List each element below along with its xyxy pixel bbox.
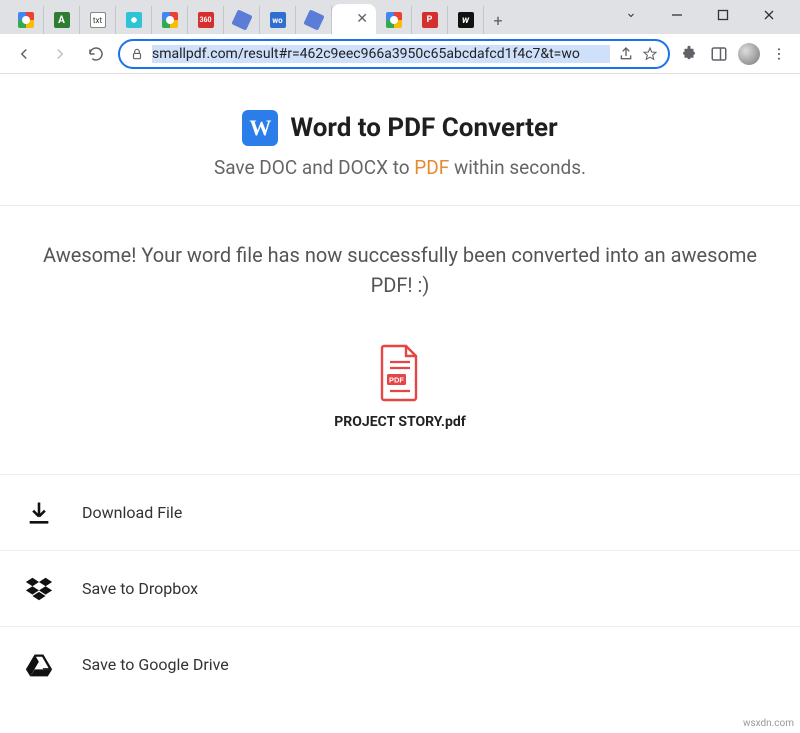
google-drive-icon [24,650,54,680]
tab-pill-2[interactable] [296,6,332,34]
close-tab-icon[interactable]: ✕ [356,11,368,27]
save-dropbox-row[interactable]: Save to Dropbox [0,550,800,626]
url-text[interactable]: smallpdf.com/result#r=462c9eec966a3950c6… [152,45,610,63]
menu-button[interactable] [768,43,790,65]
tab-google-3[interactable] [376,6,412,34]
maximize-icon [717,9,729,21]
forward-button[interactable] [46,40,74,68]
gdrive-label: Save to Google Drive [82,655,229,674]
window-minimize-button[interactable] [654,1,700,29]
star-icon[interactable] [642,46,658,62]
share-icon[interactable] [618,46,634,62]
tab-google-2[interactable] [152,6,188,34]
address-bar[interactable]: smallpdf.com/result#r=462c9eec966a3950c6… [118,39,670,69]
tab-wo[interactable]: wo [260,6,296,34]
tab-p[interactable]: P [412,6,448,34]
sidepanel-button[interactable] [708,43,730,65]
actions-list: Download File Save to Dropbox Save to Go… [0,474,800,702]
profile-avatar[interactable] [738,43,760,65]
subtitle-post: within seconds. [449,156,586,179]
window-close-button[interactable] [746,1,792,29]
reload-button[interactable] [82,40,110,68]
pdf-file-icon: PDF [376,344,424,402]
lock-icon [130,47,144,61]
subtitle-pre: Save DOC and DOCX to [214,156,414,179]
arrow-left-icon [15,45,33,63]
download-file-row[interactable]: Download File [0,474,800,550]
tab-strip: A txt 360 wo ✕ P w + [8,0,608,34]
page-content: W Word to PDF Converter Save DOC and DOC… [0,74,800,702]
close-icon [763,9,775,21]
word-badge-icon: W [242,110,278,146]
browser-toolbar: smallpdf.com/result#r=462c9eec966a3950c6… [0,34,800,74]
hero-title-row: W Word to PDF Converter [20,110,780,146]
dropbox-label: Save to Dropbox [82,579,198,598]
svg-text:PDF: PDF [389,376,404,385]
tab-green[interactable]: A [44,6,80,34]
tab-w[interactable]: w [448,6,484,34]
browser-titlebar: A txt 360 wo ✕ P w + [0,0,800,34]
tab-pill-1[interactable] [224,6,260,34]
save-gdrive-row[interactable]: Save to Google Drive [0,626,800,702]
window-dropdown-button[interactable] [608,1,654,29]
window-controls [608,0,792,34]
window-maximize-button[interactable] [700,1,746,29]
page-title: Word to PDF Converter [290,113,557,143]
subtitle-accent: PDF [414,156,449,179]
download-label: Download File [82,503,182,522]
result-file-name: PROJECT STORY.pdf [0,414,800,430]
arrow-right-icon [51,45,69,63]
download-icon [24,498,54,528]
tab-active[interactable]: ✕ [332,4,376,34]
kebab-icon [771,46,787,62]
panel-icon [710,45,728,63]
watermark: wsxdn.com [743,718,794,729]
tab-txt[interactable]: txt [80,6,116,34]
puzzle-icon [680,45,698,63]
tab-google-1[interactable] [8,6,44,34]
extensions-button[interactable] [678,43,700,65]
back-button[interactable] [10,40,38,68]
chevron-down-icon [625,9,637,21]
new-tab-button[interactable]: + [484,6,512,34]
page-subtitle: Save DOC and DOCX to PDF within seconds. [20,156,780,179]
minimize-icon [671,9,683,21]
tab-360[interactable]: 360 [188,6,224,34]
success-message: Awesome! Your word file has now successf… [0,206,800,300]
reload-icon [87,45,105,63]
result-file[interactable]: PDF PROJECT STORY.pdf [0,300,800,474]
dropbox-icon [24,574,54,604]
hero: W Word to PDF Converter Save DOC and DOC… [0,74,800,205]
tab-cyan[interactable] [116,6,152,34]
